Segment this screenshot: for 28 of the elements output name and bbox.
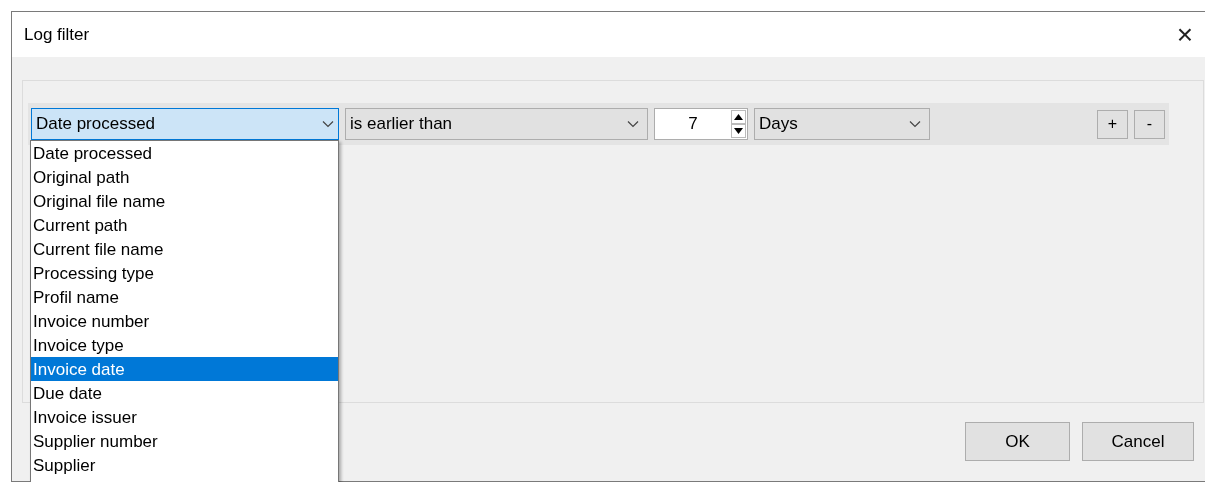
close-button[interactable]: × [1170,19,1200,50]
amount-spinbox[interactable]: 7 [654,108,748,140]
dropdown-option[interactable]: Due date [31,381,338,405]
add-button[interactable]: + [1097,109,1128,139]
dropdown-option[interactable]: Current path [31,213,338,237]
ok-button[interactable]: OK [965,422,1070,461]
dropdown-option[interactable]: Current file name [31,237,338,261]
chevron-down-icon [627,120,639,128]
dropdown-option[interactable]: Original file name [31,189,338,213]
dropdown-option[interactable]: Invoice issuer [31,405,338,429]
dropdown-option[interactable]: Invoice date [31,357,338,381]
window-title: Log filter [24,23,90,46]
spin-arrows-icon[interactable] [731,110,746,138]
operator-combobox[interactable]: is earlier than [345,108,648,140]
dropdown-option[interactable]: Invoice number [31,309,338,333]
dropdown-option[interactable]: Invoice type [31,333,338,357]
dropdown-option[interactable]: Date processed [31,141,338,165]
dropdown-option[interactable]: Original path [31,165,338,189]
remove-button[interactable]: - [1134,109,1165,139]
chevron-down-icon [909,120,921,128]
dropdown-option[interactable]: Profil name [31,285,338,309]
field-combobox[interactable]: Date processed [31,108,339,140]
dropdown-option[interactable]: Processing type [31,261,338,285]
dropdown-option[interactable]: Supplier [31,453,338,477]
cancel-button[interactable]: Cancel [1082,422,1194,461]
chevron-down-icon [322,120,334,128]
dropdown-option[interactable]: Supplier number [31,429,338,453]
unit-combobox[interactable]: Days [754,108,930,140]
